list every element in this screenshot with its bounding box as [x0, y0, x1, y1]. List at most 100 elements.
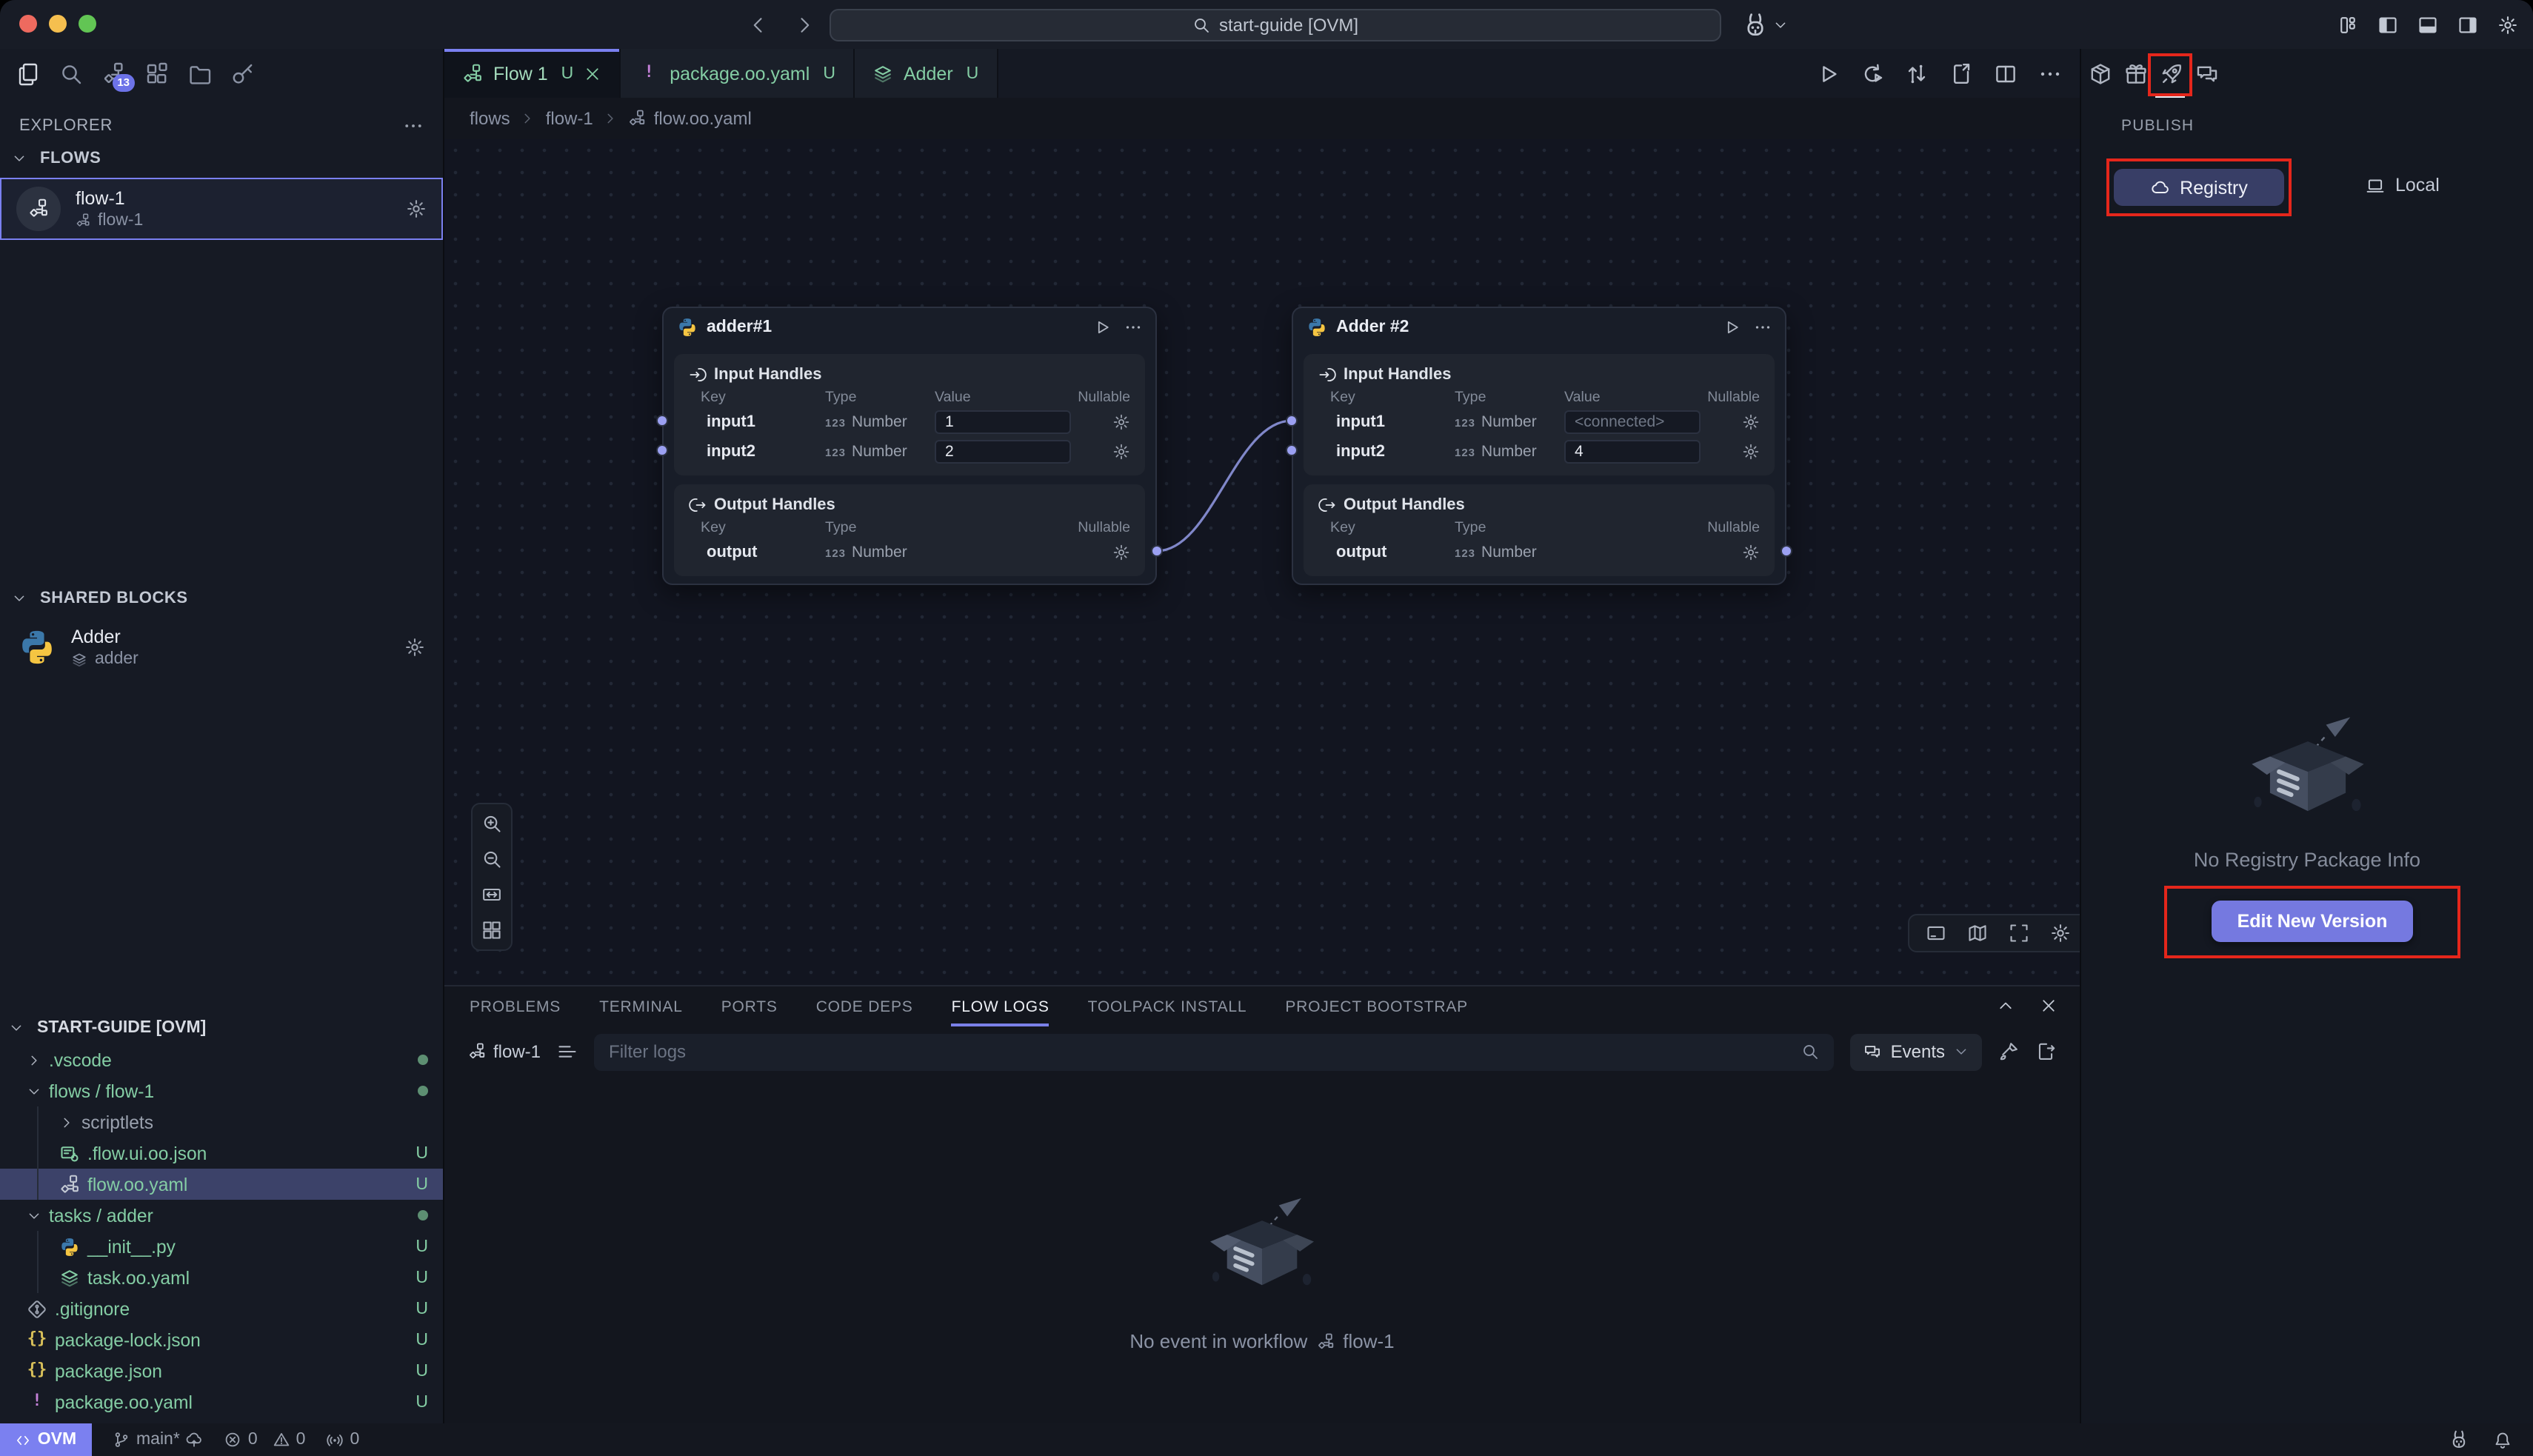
clear-logs-icon[interactable]: [1998, 1041, 2019, 1062]
handle-value-input[interactable]: 1: [935, 410, 1071, 434]
tree-item-flows-flow-1[interactable]: flows / flow-1: [0, 1075, 443, 1106]
tree-item-task-oo-yaml[interactable]: task.oo.yamlU: [0, 1262, 443, 1293]
node-more-icon[interactable]: [1754, 318, 1772, 336]
secrets-view-icon[interactable]: [231, 61, 255, 85]
tree-item-flow-ui-oo-json[interactable]: .flow.ui.oo.jsonU: [0, 1138, 443, 1169]
tree-item-gitignore[interactable]: .gitignoreU: [0, 1293, 443, 1324]
breadcrumb-item-flow-1[interactable]: flow-1: [546, 108, 593, 129]
git-branch-item[interactable]: main*: [113, 1431, 204, 1449]
toggle-panel-icon[interactable]: [2417, 14, 2438, 35]
fullscreen-icon[interactable]: [2009, 923, 2029, 944]
handle-value-input[interactable]: 4: [1564, 440, 1701, 464]
package-box-icon[interactable]: [2089, 61, 2112, 85]
tree-item-package-json[interactable]: {}package.jsonU: [0, 1355, 443, 1386]
log-flow-selector[interactable]: flow-1: [468, 1041, 541, 1062]
rerun-flow-icon[interactable]: [1860, 61, 1884, 85]
folder-view-icon[interactable]: [188, 61, 212, 85]
panel-tab-project-bootstrap[interactable]: PROJECT BOOTSTRAP: [1285, 998, 1468, 1026]
flow-node-adder-1[interactable]: adder#1Input HandlesKeyTypeValueNullable…: [662, 307, 1157, 585]
comments-icon[interactable]: [2195, 61, 2219, 85]
editor-tab-adder[interactable]: AdderU: [855, 49, 998, 98]
shared-block-adder[interactable]: Adder adder: [0, 615, 443, 680]
explorer-files-icon[interactable]: [16, 61, 40, 85]
panel-tab-toolpack-install[interactable]: TOOLPACK INSTALL: [1088, 998, 1247, 1026]
toggle-sidebar-icon[interactable]: [2377, 14, 2398, 35]
local-button[interactable]: Local: [2366, 175, 2440, 196]
compare-icon[interactable]: [1905, 61, 1929, 85]
tree-item-scriptlets[interactable]: scriptlets: [0, 1106, 443, 1138]
customize-layout-icon[interactable]: [2337, 14, 2358, 35]
tree-item-package-lock-json[interactable]: {}package-lock.jsonU: [0, 1324, 443, 1355]
maximize-window-button[interactable]: [79, 15, 96, 33]
console-icon[interactable]: [1926, 923, 1946, 944]
handle-settings-icon[interactable]: [1112, 443, 1130, 461]
handle-settings-icon[interactable]: [1112, 544, 1130, 561]
nav-back-icon[interactable]: [748, 14, 769, 35]
panel-tab-ports[interactable]: PORTS: [721, 998, 778, 1026]
nav-forward-icon[interactable]: [794, 14, 815, 35]
handle-settings-icon[interactable]: [1742, 443, 1760, 461]
events-dropdown[interactable]: Events: [1851, 1033, 1982, 1070]
shared-block-gear-icon[interactable]: [404, 637, 425, 658]
panel-tab-terminal[interactable]: TERMINAL: [599, 998, 683, 1026]
command-center-search[interactable]: start-guide [OVM]: [830, 9, 1721, 41]
panel-tab-flow-logs[interactable]: FLOW LOGS: [952, 998, 1049, 1026]
run-node-icon[interactable]: [1093, 318, 1111, 336]
split-editor-icon[interactable]: [1994, 61, 2018, 85]
close-icon[interactable]: [584, 64, 601, 82]
search-view-icon[interactable]: [59, 61, 83, 85]
more-actions-icon[interactable]: [2038, 61, 2062, 85]
flow-canvas[interactable]: adder#1Input HandlesKeyTypeValueNullable…: [444, 139, 2080, 985]
run-node-icon[interactable]: [1723, 318, 1741, 336]
handle-settings-icon[interactable]: [1742, 544, 1760, 561]
explorer-more-icon[interactable]: [403, 116, 424, 136]
layout-grid-icon[interactable]: [481, 920, 502, 941]
panel-close-icon[interactable]: [2040, 997, 2058, 1015]
flows-view-icon[interactable]: 13: [102, 61, 126, 85]
notifications-bell-icon[interactable]: [2493, 1430, 2512, 1449]
panel-maximize-icon[interactable]: [1997, 997, 2015, 1015]
editor-tab-package-oo-yaml[interactable]: !package.oo.yamlU: [621, 49, 855, 98]
fit-view-icon[interactable]: [481, 884, 502, 905]
zoom-in-icon[interactable]: [481, 813, 502, 834]
handle-settings-icon[interactable]: [1742, 413, 1760, 431]
extensions-view-icon[interactable]: [145, 61, 169, 85]
shared-blocks-header[interactable]: SHARED BLOCKS: [0, 582, 443, 615]
minimap-icon[interactable]: [1967, 923, 1988, 944]
filter-logs-input[interactable]: Filter logs: [594, 1033, 1835, 1070]
tree-item-tasks-adder[interactable]: tasks / adder: [0, 1200, 443, 1231]
run-flow-icon[interactable]: [1816, 61, 1840, 85]
export-file-icon[interactable]: [1949, 61, 1973, 85]
breadcrumb[interactable]: flows flow-1 flow.oo.yaml: [444, 98, 2080, 139]
breadcrumb-item-flow-oo-yaml[interactable]: flow.oo.yaml: [629, 108, 752, 129]
settings-gear-icon[interactable]: [2497, 14, 2518, 35]
gift-icon[interactable]: [2124, 61, 2148, 85]
tree-item-init-py[interactable]: __init__.pyU: [0, 1231, 443, 1262]
export-logs-icon[interactable]: [2035, 1041, 2056, 1062]
tree-root-header[interactable]: START-GUIDE [OVM]: [0, 1012, 443, 1044]
handle-value-input[interactable]: 2: [935, 440, 1071, 464]
assistant-rabbit-icon[interactable]: [2449, 1429, 2469, 1450]
toggle-right-sidebar-icon[interactable]: [2457, 14, 2478, 35]
editor-tab-flow-1[interactable]: Flow 1U: [444, 49, 621, 98]
tree-item-vscode[interactable]: .vscode: [0, 1044, 443, 1075]
remote-indicator[interactable]: OVM: [0, 1423, 92, 1456]
breadcrumb-item-flows[interactable]: flows: [470, 108, 510, 129]
problems-item[interactable]: 0 0: [224, 1431, 306, 1449]
panel-tab-code-deps[interactable]: CODE DEPS: [816, 998, 913, 1026]
flows-section-header[interactable]: FLOWS: [0, 142, 443, 175]
flow-1-card[interactable]: flow-1 flow-1: [0, 178, 443, 240]
chevron-down-icon[interactable]: [1773, 17, 1788, 32]
assistant-rabbit-icon[interactable]: [1742, 11, 1769, 38]
handle-value-input[interactable]: <connected>: [1564, 410, 1701, 434]
panel-tab-problems[interactable]: PROBLEMS: [470, 998, 561, 1026]
minimize-window-button[interactable]: [49, 15, 67, 33]
tree-item-flow-oo-yaml[interactable]: flow.oo.yamlU: [0, 1169, 443, 1200]
log-list-icon[interactable]: [557, 1041, 578, 1062]
handle-settings-icon[interactable]: [1112, 413, 1130, 431]
node-more-icon[interactable]: [1124, 318, 1142, 336]
canvas-settings-icon[interactable]: [2050, 923, 2071, 944]
flow-node-adder-2[interactable]: Adder #2Input HandlesKeyTypeValueNullabl…: [1292, 307, 1786, 585]
tree-item-package-oo-yaml[interactable]: !package.oo.yamlU: [0, 1386, 443, 1417]
close-window-button[interactable]: [19, 15, 37, 33]
